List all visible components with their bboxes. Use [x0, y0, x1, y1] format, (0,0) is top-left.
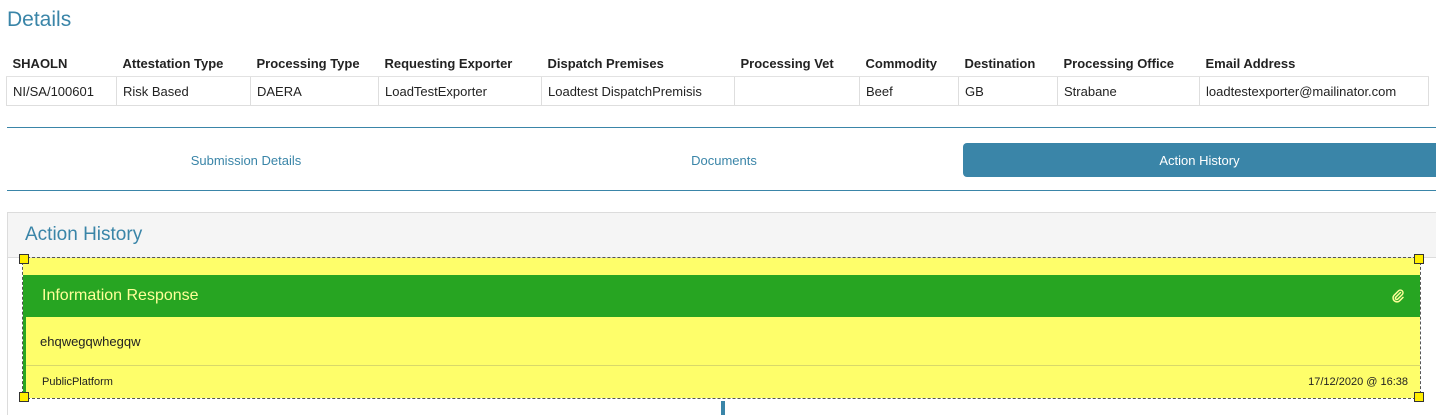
cell-dispatch-premises: Loadtest DispatchPremisis: [541, 76, 735, 106]
cell-attestation-type: Risk Based: [116, 76, 251, 106]
column-header-processing-vet: Processing Vet: [734, 50, 860, 77]
column-header-attestation-type: Attestation Type: [116, 50, 251, 77]
resize-handle-bottom-left[interactable]: [19, 392, 29, 402]
paperclip-icon-glyph: [1392, 289, 1404, 303]
column-header-processing-office: Processing Office: [1057, 50, 1200, 77]
timeline-connector: [721, 401, 725, 415]
entry-message: ehqwegqwhegqw: [40, 333, 141, 349]
cell-processing-type: DAERA: [250, 76, 379, 106]
details-table: SHAOLN Attestation Type Processing Type …: [6, 50, 1429, 106]
cell-processing-vet: [734, 76, 860, 106]
divider: [7, 190, 1436, 191]
resize-handle-top-left[interactable]: [19, 254, 29, 264]
paperclip-icon[interactable]: [1390, 288, 1406, 304]
entry-body: ehqwegqwhegqw: [26, 317, 1420, 366]
cell-destination: GB: [958, 76, 1058, 106]
cell-requesting-exporter: LoadTestExporter: [378, 76, 542, 106]
resize-handle-top-right[interactable]: [1414, 254, 1424, 264]
entry-timestamp: 17/12/2020 @ 16:38: [1308, 376, 1408, 388]
resize-handle-bottom-right[interactable]: [1414, 392, 1424, 402]
column-header-requesting-exporter: Requesting Exporter: [378, 50, 542, 77]
column-header-shaoln: SHAOLN: [6, 50, 117, 77]
details-title: Details: [7, 8, 72, 31]
details-header-row: SHAOLN Attestation Type Processing Type …: [6, 50, 1429, 77]
column-header-commodity: Commodity: [859, 50, 959, 77]
cell-processing-office: Strabane: [1057, 76, 1200, 106]
page: Details SHAOLN Attestation Type Processi…: [0, 0, 1436, 415]
entry-title: Information Response: [42, 287, 199, 304]
tab-submission-details[interactable]: Submission Details: [7, 143, 485, 177]
panel-title: Action History: [25, 224, 143, 245]
tab-documents[interactable]: Documents: [485, 143, 963, 177]
column-header-processing-type: Processing Type: [250, 50, 379, 77]
tab-action-history[interactable]: Action History: [963, 143, 1436, 177]
cell-email-address: loadtestexporter@mailinator.com: [1199, 76, 1429, 106]
cell-shaoln: NI/SA/100601: [6, 76, 117, 106]
entry-header: Information Response: [26, 275, 1420, 317]
column-header-email-address: Email Address: [1199, 50, 1429, 77]
column-header-destination: Destination: [958, 50, 1058, 77]
entry-footer: PublicPlatform 17/12/2020 @ 16:38: [26, 366, 1420, 398]
panel-header: Action History: [8, 213, 1436, 258]
entry-source: PublicPlatform: [42, 376, 113, 388]
table-row: NI/SA/100601 Risk Based DAERA LoadTestEx…: [6, 76, 1429, 106]
column-header-dispatch-premises: Dispatch Premises: [541, 50, 735, 77]
divider: [7, 127, 1436, 128]
cell-commodity: Beef: [859, 76, 959, 106]
